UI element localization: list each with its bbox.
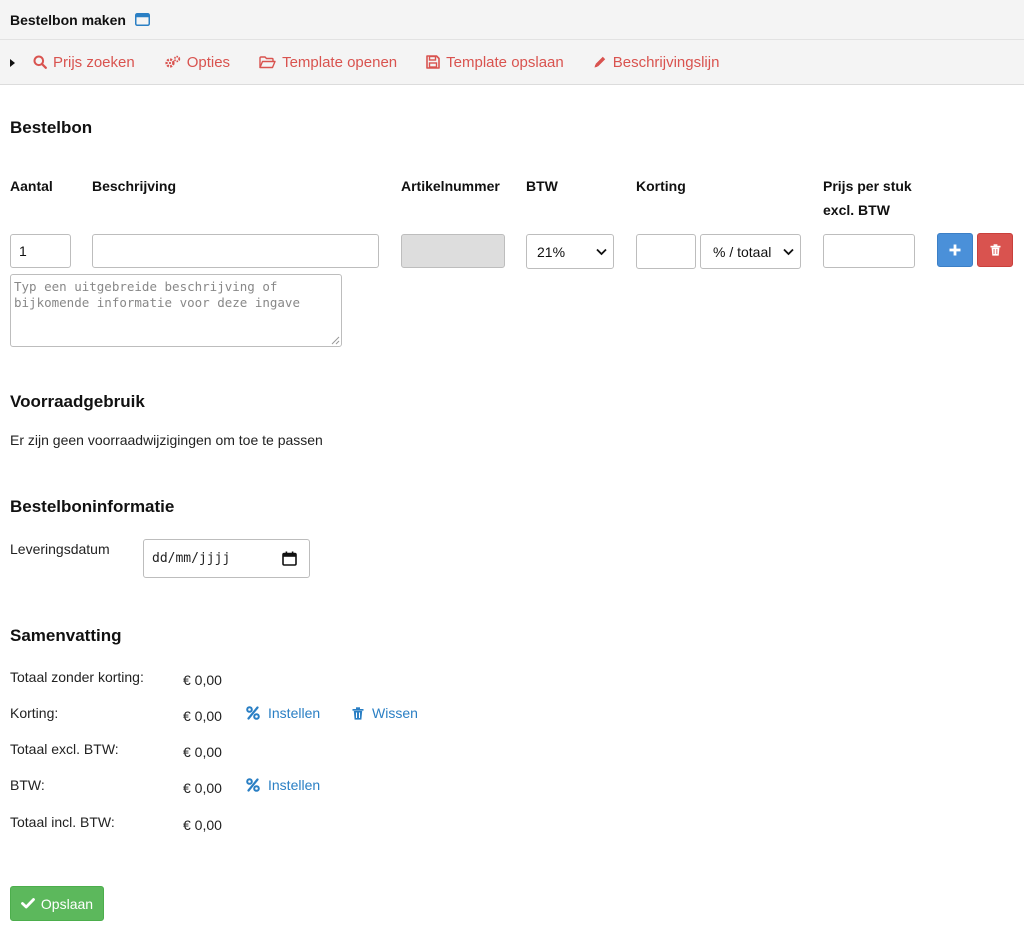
window-title: Bestelbon maken [10, 11, 126, 28]
voorraad-heading: Voorraadgebruik [10, 392, 145, 411]
plus-icon [949, 244, 961, 256]
korting-value: € 0,00 [183, 708, 222, 724]
btw-value: € 0,00 [183, 780, 222, 796]
search-icon [33, 55, 47, 69]
col-btw-label: BTW [526, 178, 558, 194]
artikelnummer-input [401, 234, 505, 268]
btw-select[interactable]: 21% [526, 234, 614, 269]
totaal-excl-btw-label: Totaal excl. BTW: [10, 741, 119, 757]
add-line-button[interactable] [937, 233, 973, 267]
col-beschrijving-label: Beschrijving [92, 178, 177, 194]
samenvatting-heading: Samenvatting [10, 626, 122, 645]
percent-icon [246, 706, 260, 720]
template-openen-label: Template openen [282, 53, 398, 71]
template-opslaan-button[interactable]: Template opslaan [426, 54, 564, 71]
col-prijs-label-line2: excl. BTW [823, 202, 890, 218]
korting-wissen-label: Wissen [372, 705, 418, 721]
template-openen-button[interactable]: Template openen [259, 54, 397, 71]
window-titlebar: Bestelbon maken [0, 0, 1024, 40]
toolbar: Prijs zoeken Opties Template openen Temp… [0, 40, 1024, 85]
opties-button[interactable]: Opties [164, 54, 230, 71]
voorraad-message: Er zijn geen voorraadwijzigingen om toe … [10, 432, 323, 448]
calendar-icon[interactable] [282, 551, 297, 566]
korting-input[interactable] [636, 234, 696, 269]
opties-label: Opties [186, 53, 231, 71]
info-heading: Bestelboninformatie [10, 497, 175, 516]
col-prijs-label: Prijs per stuk [823, 178, 912, 194]
bestelbon-heading: Bestelbon [10, 118, 93, 137]
beschrijvingslijn-label: Beschrijvingslijn [612, 53, 720, 71]
pencil-icon [594, 56, 605, 68]
percent-icon [246, 778, 260, 792]
btw-label: BTW: [10, 777, 45, 793]
prijs-zoeken-button[interactable]: Prijs zoeken [33, 54, 135, 71]
trash-icon [352, 706, 364, 720]
korting-wissen-link[interactable]: Wissen [352, 705, 418, 721]
beschrijving-input[interactable] [92, 234, 379, 268]
extra-info-textarea[interactable]: Typ een uitgebreide beschrijving of bijk… [10, 274, 342, 347]
btw-instellen-link[interactable]: Instellen [246, 777, 320, 793]
korting-instellen-link[interactable]: Instellen [246, 705, 320, 721]
delete-line-button[interactable] [977, 233, 1013, 267]
leveringsdatum-label: Leveringsdatum [10, 541, 110, 557]
totaal-zonder-korting-value: € 0,00 [183, 672, 222, 688]
save-button-label: Opslaan [40, 895, 94, 912]
col-artikelnummer-label: Artikelnummer [401, 178, 500, 194]
col-aantal-label: Aantal [10, 178, 53, 194]
beschrijvingslijn-button[interactable]: Beschrijvingslijn [593, 53, 720, 71]
leveringsdatum-placeholder: dd/mm/jjjj [152, 551, 231, 566]
totaal-zonder-korting-label: Totaal zonder korting: [10, 669, 144, 685]
window-icon[interactable] [134, 13, 150, 26]
korting-label: Korting: [10, 705, 59, 721]
col-korting-label: Korting [636, 178, 686, 194]
folder-open-icon [259, 55, 276, 68]
toolbar-toggle-caret-icon[interactable] [10, 58, 15, 67]
korting-type-value: % / totaal [713, 243, 772, 260]
save-button[interactable]: Opslaan [10, 886, 104, 921]
chevron-down-icon [596, 248, 607, 255]
prijs-zoeken-label: Prijs zoeken [53, 53, 135, 71]
resize-handle-icon[interactable] [331, 336, 340, 345]
totaal-excl-btw-value: € 0,00 [183, 744, 222, 760]
template-opslaan-label: Template opslaan [446, 53, 564, 71]
korting-type-select[interactable]: % / totaal [700, 234, 801, 269]
chevron-down-icon [783, 248, 794, 255]
trash-icon [990, 244, 1000, 256]
leveringsdatum-input[interactable]: dd/mm/jjjj [143, 539, 310, 578]
btw-select-value: 21% [537, 243, 566, 260]
totaal-incl-btw-label: Totaal incl. BTW: [10, 814, 115, 830]
cogs-icon [165, 55, 180, 68]
prijs-input[interactable] [823, 234, 915, 268]
check-icon [21, 898, 35, 909]
btw-instellen-label: Instellen [268, 777, 321, 793]
floppy-icon [426, 55, 440, 69]
aantal-input[interactable] [10, 234, 71, 268]
totaal-incl-btw-value: € 0,00 [183, 817, 222, 833]
korting-instellen-label: Instellen [268, 705, 321, 721]
